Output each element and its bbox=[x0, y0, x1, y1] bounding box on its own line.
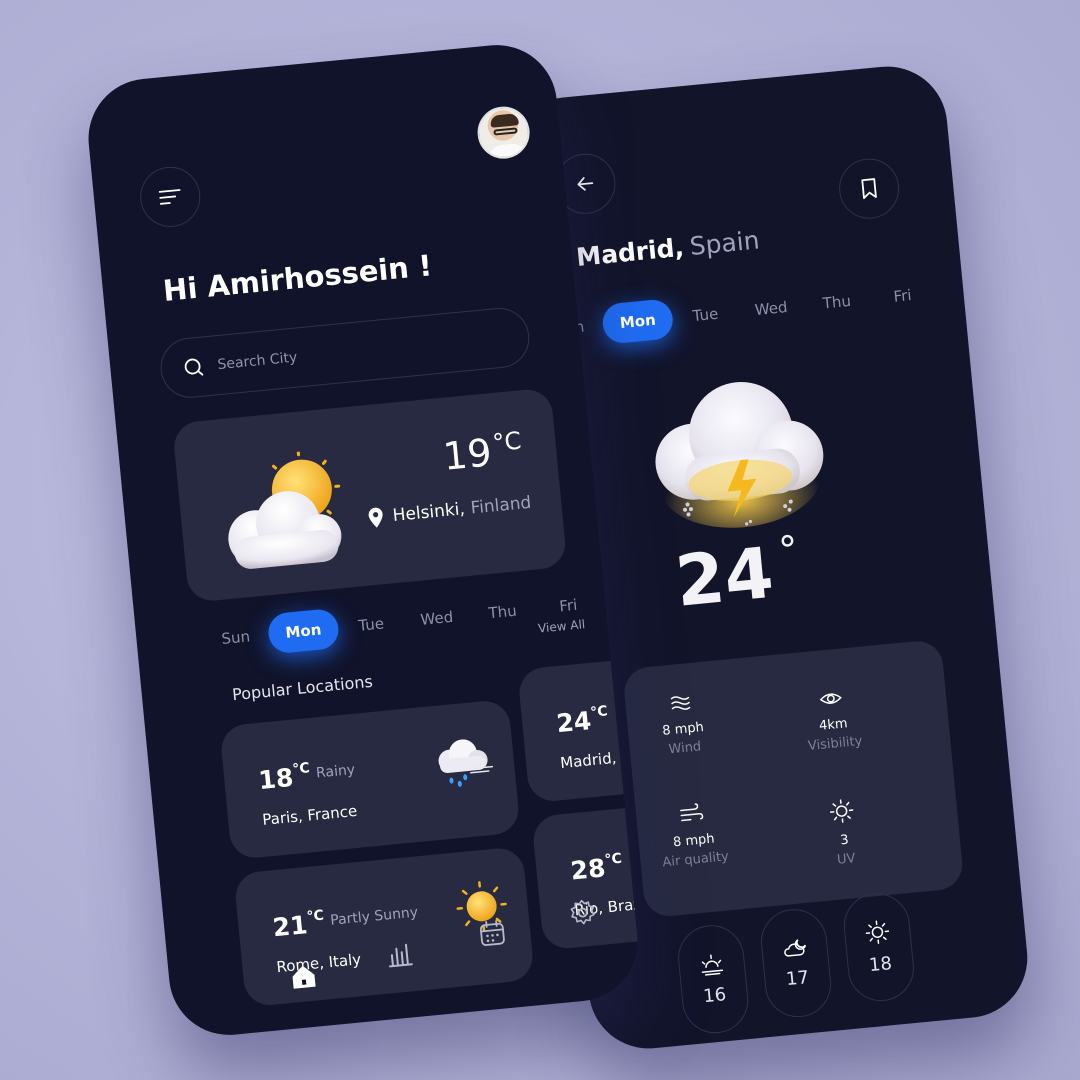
country-name: Spain bbox=[688, 225, 761, 261]
menu-button[interactable] bbox=[137, 164, 203, 230]
hourly-item-18[interactable]: 18 bbox=[840, 890, 917, 1005]
sunrise-icon bbox=[701, 954, 724, 976]
day-mon[interactable]: Mon bbox=[601, 298, 675, 345]
weather-stats-card: 8 mph Wind 4km Visibility 8 mph Air qual… bbox=[622, 638, 965, 919]
temperature-value: 19 bbox=[441, 430, 494, 479]
sun-icon bbox=[829, 799, 854, 823]
thunderstorm-icon bbox=[655, 382, 824, 528]
location-pin-icon bbox=[368, 507, 383, 528]
location-temp-value: 18 bbox=[257, 762, 295, 796]
city-name: Madrid, bbox=[574, 232, 686, 272]
day-fri[interactable]: Fri bbox=[535, 594, 602, 618]
temperature-unit: °C bbox=[491, 426, 523, 458]
day-wed[interactable]: Wed bbox=[403, 606, 470, 630]
location-condition: Partly Sunny bbox=[329, 904, 419, 929]
day-wed[interactable]: Wed bbox=[737, 296, 804, 320]
search-placeholder: Search City bbox=[216, 349, 298, 374]
degree-symbol: ° bbox=[776, 527, 800, 573]
partly-cloudy-icon bbox=[228, 450, 342, 569]
day-mon[interactable]: Mon bbox=[266, 607, 341, 655]
view-all-link[interactable]: View All bbox=[537, 617, 585, 635]
search-icon bbox=[184, 358, 204, 376]
rain-cloud-icon bbox=[438, 739, 494, 787]
stat-air-quality: 8 mph Air quality bbox=[635, 798, 751, 872]
calendar-icon[interactable] bbox=[477, 918, 508, 949]
current-temperature: 24° bbox=[672, 527, 804, 623]
search-input[interactable]: Search City bbox=[157, 305, 533, 401]
stat-wind: 8 mph Wind bbox=[625, 689, 740, 761]
location-city: Paris, France bbox=[261, 801, 358, 829]
day-thu[interactable]: Thu bbox=[803, 290, 870, 314]
hourly-item-17[interactable]: 17 bbox=[757, 906, 835, 1021]
stat-uv: 3 UV bbox=[786, 794, 902, 872]
day-selector: Sun Mon Tue Wed Thu Fri bbox=[535, 273, 937, 351]
settings-icon[interactable] bbox=[567, 897, 598, 928]
arrow-left-icon bbox=[577, 177, 594, 191]
hourly-value: 16 bbox=[702, 983, 728, 1007]
cloud-moon-icon bbox=[784, 938, 807, 957]
location-temp-unit: °C bbox=[291, 760, 311, 778]
location-temp-value: 24 bbox=[555, 706, 593, 739]
wind-icon bbox=[680, 803, 704, 822]
stat-visibility: 4km Visibility bbox=[775, 684, 890, 756]
eye-icon bbox=[819, 693, 842, 704]
stats-icon[interactable] bbox=[385, 939, 416, 970]
location-card-paris[interactable]: 18°C Rainy Paris, France bbox=[219, 698, 521, 861]
temperature-value: 24 bbox=[671, 531, 777, 623]
hourly-value: 18 bbox=[868, 952, 893, 976]
greeting-title: Hi Amirhossein ! bbox=[161, 248, 434, 308]
location-card-rio[interactable]: 28°C Rio, Braz bbox=[531, 805, 643, 951]
current-location: Helsinki, Finland bbox=[366, 492, 532, 530]
city-name: Helsinki, bbox=[391, 499, 466, 526]
sun-icon bbox=[865, 920, 890, 944]
day-tue[interactable]: Tue bbox=[672, 303, 739, 327]
wave-icon bbox=[670, 696, 691, 710]
location-temp-value: 21 bbox=[271, 910, 309, 943]
hourly-value: 17 bbox=[785, 966, 810, 990]
location-temp-unit: °C bbox=[589, 703, 609, 721]
bookmark-icon bbox=[861, 178, 877, 200]
location-temp-unit: °C bbox=[603, 850, 623, 869]
location-temp: 21°C bbox=[271, 908, 326, 943]
bookmark-button[interactable] bbox=[836, 155, 902, 222]
location-temp-value: 28 bbox=[569, 853, 607, 886]
home-screen: Hi Amirhossein ! Search City 19°C Helsin… bbox=[83, 39, 643, 1041]
avatar[interactable] bbox=[475, 104, 532, 162]
home-icon[interactable] bbox=[288, 961, 319, 992]
day-fri[interactable]: Fri bbox=[869, 284, 936, 308]
country-name: Finland bbox=[469, 492, 533, 519]
day-sun[interactable]: Sun bbox=[202, 626, 269, 650]
location-temp-unit: °C bbox=[305, 907, 325, 926]
day-thu[interactable]: Thu bbox=[469, 600, 536, 624]
hourly-item-16[interactable]: 16 bbox=[675, 922, 752, 1037]
day-tue[interactable]: Tue bbox=[337, 612, 404, 636]
current-weather-card[interactable]: 19°C Helsinki, Finland bbox=[171, 387, 568, 603]
location-temp: 18°C bbox=[257, 760, 312, 795]
popular-locations-title: Popular Locations bbox=[231, 671, 374, 705]
current-temperature: 19°C bbox=[441, 426, 524, 478]
location-condition: Rainy bbox=[315, 761, 356, 782]
city-title: Madrid, Spain bbox=[575, 225, 761, 271]
location-temp: 24°C bbox=[555, 703, 610, 738]
location-temp: 28°C bbox=[569, 851, 624, 886]
menu-icon bbox=[158, 189, 181, 205]
